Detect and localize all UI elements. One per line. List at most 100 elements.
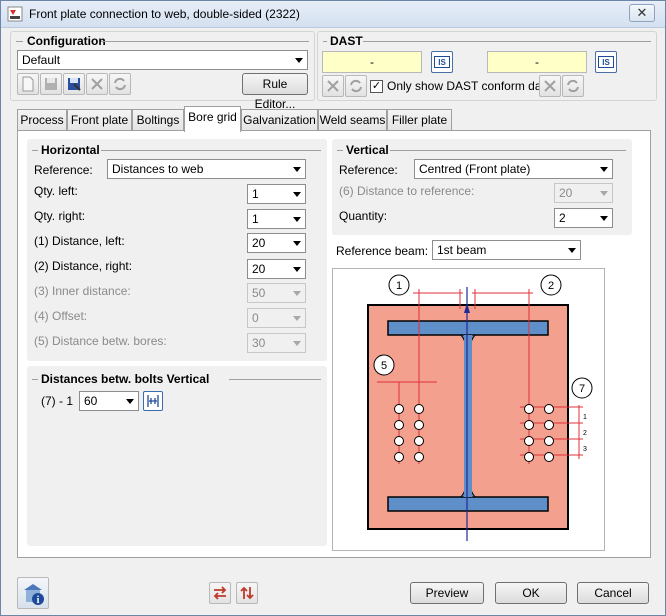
- rule-editor-button[interactable]: Rule Editor...: [242, 73, 308, 111]
- tab-galvanization[interactable]: Galvanization: [241, 109, 318, 131]
- bolts-vertical-row-label: (7) - 1: [41, 394, 74, 408]
- horizontal-title: Horizontal: [41, 143, 104, 157]
- bolts-vertical-row-value: 60: [84, 394, 98, 408]
- dast-field-left[interactable]: -: [322, 51, 422, 73]
- dast-refresh-button-right[interactable]: [562, 75, 584, 97]
- configuration-title: Configuration: [27, 34, 110, 48]
- window-title: Front plate connection to web, double-si…: [29, 7, 300, 21]
- reference-beam-value: 1st beam: [437, 243, 487, 257]
- row-number-3: 3: [583, 446, 587, 453]
- vertical-quantity-value: 2: [559, 211, 566, 225]
- qty-left-select[interactable]: 1: [247, 184, 306, 204]
- configuration-selected-value: Default: [22, 53, 61, 67]
- dast-delete-button-left[interactable]: [322, 75, 344, 97]
- dast-delete-button-right[interactable]: [539, 75, 561, 97]
- tab-bore-grid[interactable]: Bore grid: [184, 106, 241, 132]
- callout-7: 7: [571, 377, 593, 399]
- swap-horizontal-icon: [213, 586, 227, 600]
- inner-distance-select[interactable]: 50: [247, 283, 306, 303]
- top-flange: [387, 320, 549, 336]
- reference-beam-select[interactable]: 1st beam: [432, 240, 581, 260]
- dast-conform-label: Only show DAST conform data: [387, 79, 552, 93]
- distance-to-reference-label: (6) Distance to reference:: [339, 184, 475, 198]
- close-button[interactable]: ✕: [629, 4, 655, 22]
- preview-button[interactable]: Preview: [410, 582, 484, 604]
- bore-grid-diagram: 1 2 5 7 1 2 3: [367, 274, 593, 541]
- delete-config-button[interactable]: [86, 73, 108, 95]
- reference-beam-label: Reference beam:: [336, 244, 429, 258]
- vertical-reference-value: Centred (Front plate): [419, 162, 531, 176]
- svg-text:5: 5: [381, 360, 387, 372]
- info-button[interactable]: i: [17, 577, 49, 609]
- refresh-icon: [350, 79, 362, 93]
- distribute-icon: [147, 395, 159, 407]
- is-icon: IS: [434, 56, 450, 68]
- callout-1: 1: [388, 274, 410, 296]
- title-bar: Front plate connection to web, double-si…: [1, 1, 665, 28]
- is-icon: IS: [598, 56, 614, 68]
- distance-betw-bores-value: 30: [252, 336, 266, 350]
- callout-2: 2: [540, 274, 562, 296]
- offset-value: 0: [252, 311, 259, 325]
- delete-icon: [544, 80, 556, 92]
- svg-text:2: 2: [548, 280, 554, 292]
- configuration-select[interactable]: Default: [17, 50, 308, 70]
- distance-betw-bores-select[interactable]: 30: [247, 333, 306, 353]
- inner-distance-label: (3) Inner distance:: [34, 284, 131, 298]
- vertical-reference-select[interactable]: Centred (Front plate): [414, 159, 613, 179]
- vertical-quantity-label: Quantity:: [339, 209, 388, 223]
- swap-horizontal-button[interactable]: [209, 582, 231, 604]
- dast-title: DAST: [330, 34, 367, 48]
- distance-right-label: (2) Distance, right:: [34, 259, 133, 273]
- save-icon: [45, 78, 57, 90]
- svg-text:IS: IS: [438, 58, 446, 67]
- bolts-vertical-row-select[interactable]: 60: [79, 391, 139, 411]
- distance-left-value: 20: [252, 236, 266, 250]
- ok-button[interactable]: OK: [495, 582, 567, 604]
- save-as-config-button[interactable]: [63, 73, 85, 95]
- distance-right-select[interactable]: 20: [247, 259, 306, 279]
- vertical-title: Vertical: [346, 143, 393, 157]
- callout-5: 5: [373, 354, 395, 376]
- dast-conform-checkbox[interactable]: ✓: [370, 80, 383, 93]
- bore-grid-preview: 1 2 5 7 1 2 3: [332, 268, 605, 551]
- distribute-evenly-button[interactable]: [143, 391, 163, 411]
- svg-text:1: 1: [396, 280, 402, 292]
- row-number-2: 2: [583, 430, 587, 437]
- qty-left-label: Qty. left:: [34, 184, 78, 198]
- horizontal-reference-select[interactable]: Distances to web: [107, 159, 306, 179]
- save-as-icon: [68, 78, 81, 91]
- cancel-button[interactable]: Cancel: [577, 582, 649, 604]
- tab-front-plate[interactable]: Front plate: [67, 109, 132, 131]
- save-config-button[interactable]: [40, 73, 62, 95]
- horizontal-reference-label: Reference:: [34, 163, 93, 177]
- distance-left-select[interactable]: 20: [247, 233, 306, 253]
- new-config-button[interactable]: [17, 73, 39, 95]
- swap-vertical-button[interactable]: [236, 582, 258, 604]
- distance-left-label: (1) Distance, left:: [34, 234, 125, 248]
- offset-select[interactable]: 0: [247, 308, 306, 328]
- dast-field-right[interactable]: -: [487, 51, 587, 73]
- vertical-quantity-select[interactable]: 2: [554, 208, 613, 228]
- distance-to-reference-value: 20: [559, 186, 573, 200]
- tab-boltings[interactable]: Boltings: [132, 109, 184, 131]
- tab-weld-seams[interactable]: Weld seams: [318, 109, 387, 131]
- dast-is-button-right[interactable]: IS: [595, 51, 617, 73]
- distance-to-reference-select[interactable]: 20: [554, 183, 613, 203]
- qty-right-value: 1: [252, 212, 259, 226]
- dast-refresh-button-left[interactable]: [345, 75, 367, 97]
- delete-icon: [91, 78, 103, 90]
- row-number-1: 1: [583, 414, 587, 421]
- dast-is-button-left[interactable]: IS: [431, 51, 453, 73]
- bolts-vertical-title: Distances betw. bolts Vertical: [41, 372, 214, 386]
- dialog-window: Front plate connection to web, double-si…: [0, 0, 666, 616]
- svg-text:IS: IS: [602, 58, 610, 67]
- refresh-config-button[interactable]: [109, 73, 131, 95]
- distance-right-value: 20: [252, 262, 266, 276]
- vertical-reference-label: Reference:: [339, 163, 398, 177]
- delete-icon: [327, 80, 339, 92]
- tab-filler-plate[interactable]: Filler plate: [387, 109, 452, 131]
- qty-right-select[interactable]: 1: [247, 209, 306, 229]
- tab-process[interactable]: Process: [17, 109, 67, 131]
- bottom-flange: [387, 496, 549, 512]
